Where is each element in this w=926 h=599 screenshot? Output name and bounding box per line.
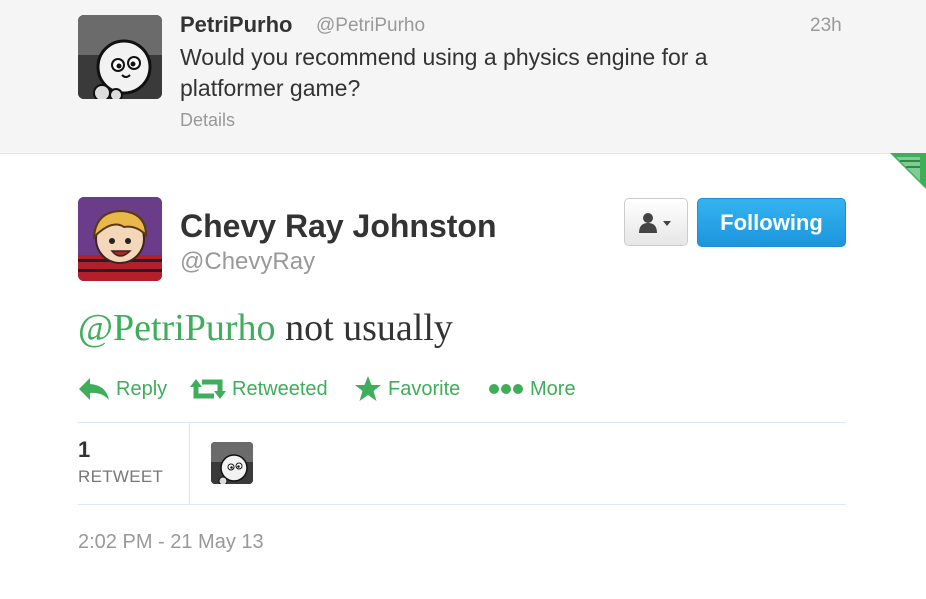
star-icon [354, 376, 382, 402]
parent-tweet[interactable]: PetriPurho @PetriPurho 23h Would you rec… [0, 0, 926, 154]
favorite-label: Favorite [388, 377, 461, 400]
retweeter-avatar[interactable] [211, 442, 253, 484]
more-dots-icon [488, 382, 524, 396]
divider-bottom [78, 504, 846, 505]
person-dropdown-icon [638, 211, 676, 240]
divider-top [78, 422, 846, 423]
user-actions-button[interactable] [624, 198, 688, 246]
parent-tweet-text: Would you recommend using a physics engi… [180, 44, 708, 101]
author-name[interactable]: Chevy Ray Johnston [180, 208, 497, 245]
more-button[interactable]: More [488, 374, 576, 404]
parent-author-name[interactable]: PetriPurho [180, 12, 292, 38]
tweet-text: @PetriPurho not usually [78, 306, 453, 350]
retweet-button[interactable]: Retweeted [190, 374, 328, 404]
mention-link[interactable]: @PetriPurho [78, 307, 276, 349]
retweet-count[interactable]: 1 [78, 437, 90, 463]
parent-author-handle[interactable]: @PetriPurho [316, 15, 425, 37]
reply-label: Reply [116, 377, 168, 400]
author-handle[interactable]: @ChevyRay [180, 248, 315, 276]
details-link[interactable]: Details [180, 110, 235, 131]
retweet-icon [190, 376, 226, 402]
reply-button[interactable]: Reply [78, 374, 167, 404]
author-avatar[interactable] [78, 197, 162, 281]
tweet-timestamp[interactable]: 2:02 PM - 21 May 13 [78, 531, 264, 554]
parent-timestamp[interactable]: 23h [810, 15, 842, 37]
corner-fold-icon [890, 153, 926, 189]
tweet-body: not usually [275, 307, 453, 349]
more-label: More [530, 377, 576, 400]
reply-icon [78, 376, 110, 402]
favorite-button[interactable]: Favorite [354, 374, 460, 404]
retweet-count-label[interactable]: RETWEET [78, 467, 163, 487]
retweeted-label: Retweeted [232, 377, 328, 400]
stats-divider [189, 423, 190, 504]
following-button[interactable]: Following [697, 198, 846, 247]
parent-avatar[interactable] [78, 15, 162, 99]
